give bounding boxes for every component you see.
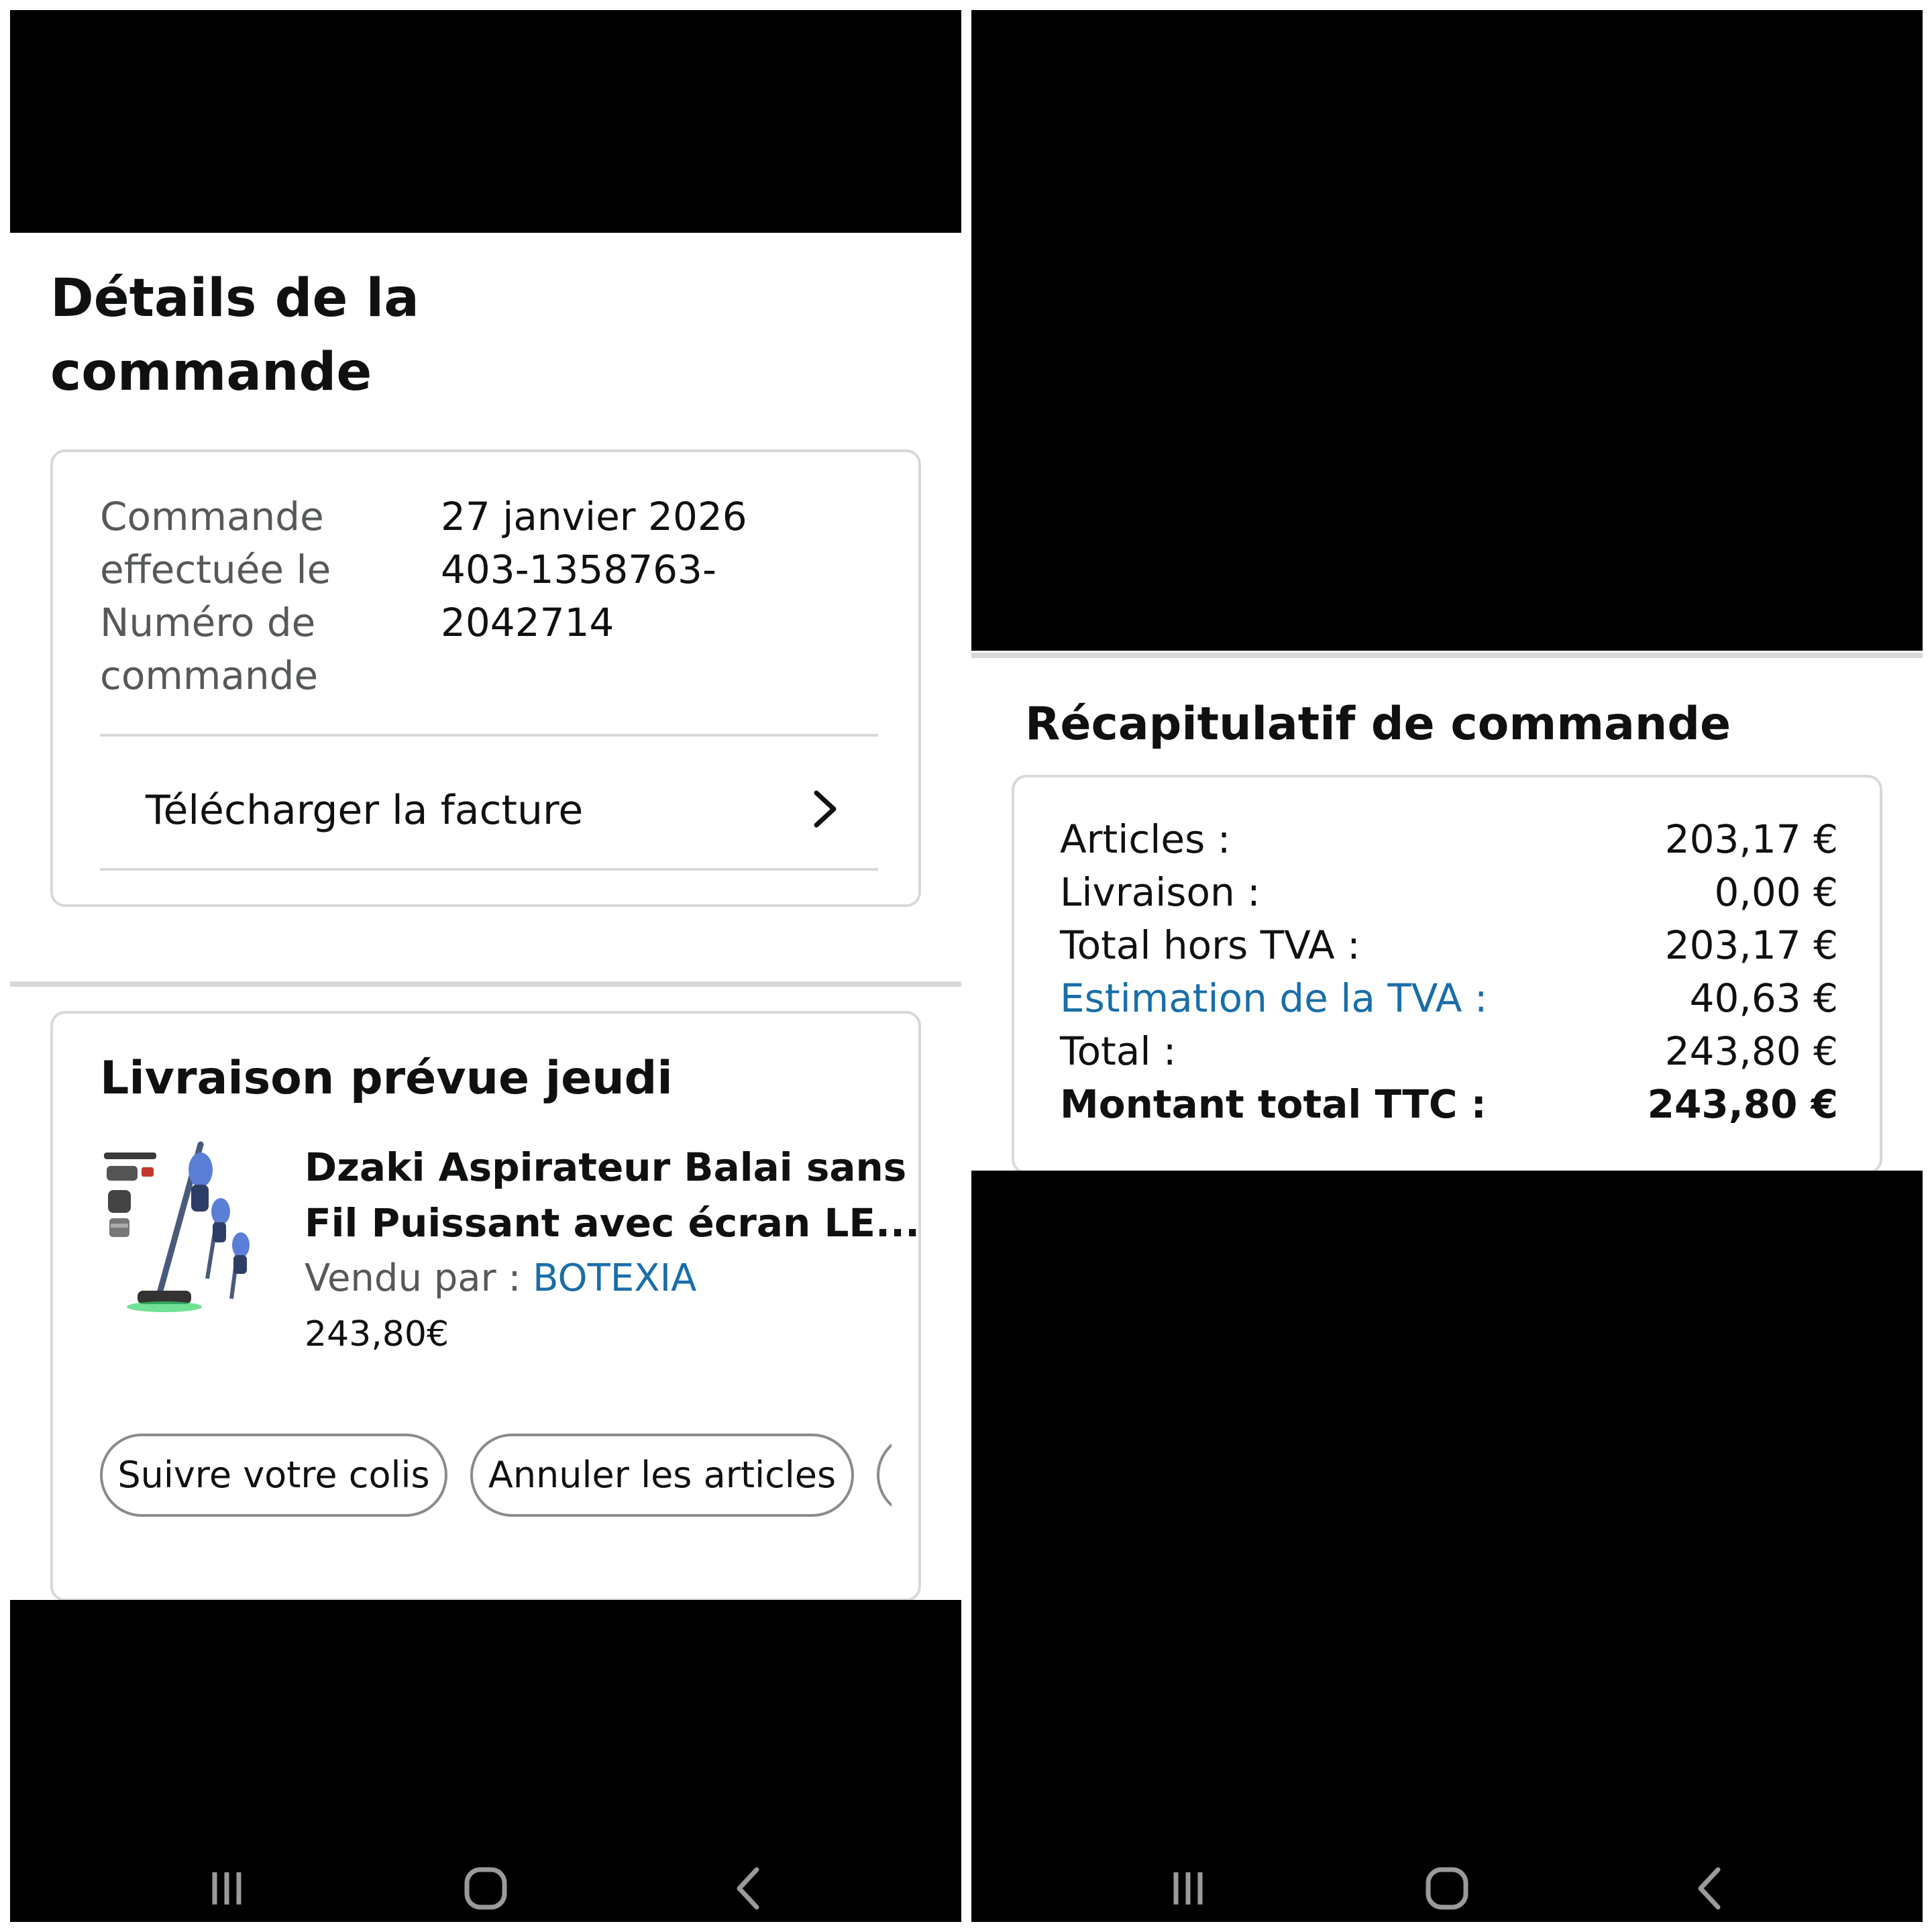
summary-label: Total hors TVA : bbox=[1060, 922, 1360, 968]
order-date-value: 27 janvier 2026 bbox=[441, 494, 747, 539]
summary-label: Articles : bbox=[1060, 816, 1231, 862]
summary-value: 243,80 € bbox=[1647, 1081, 1838, 1127]
order-summary-card: Articles : 203,17 € Livraison : 0,00 € T… bbox=[1012, 775, 1882, 1174]
summary-row-total: Total : 243,80 € bbox=[1060, 1024, 1838, 1078]
action-buttons-row: Suivre votre colis Annuler les articles bbox=[53, 1014, 892, 1599]
summary-value: 203,17 € bbox=[1664, 816, 1838, 862]
home-icon[interactable] bbox=[1420, 1862, 1474, 1915]
order-number-value-2: 2042714 bbox=[441, 600, 614, 645]
home-icon[interactable] bbox=[459, 1862, 513, 1915]
order-date-label-1: Commande bbox=[100, 494, 324, 539]
cancel-items-button[interactable]: Annuler les articles bbox=[470, 1434, 854, 1517]
order-number-value-1: 403-1358763- bbox=[441, 547, 716, 592]
section-separator bbox=[971, 653, 1923, 658]
back-icon[interactable] bbox=[723, 1862, 777, 1915]
order-date-label-2: effectuée le bbox=[100, 547, 331, 592]
recents-icon[interactable] bbox=[200, 1862, 254, 1915]
summary-row-vat-estimate: Estimation de la TVA : 40,63 € bbox=[1060, 971, 1838, 1025]
divider bbox=[100, 734, 878, 737]
back-icon[interactable] bbox=[1684, 1862, 1738, 1915]
download-invoice-button[interactable]: Télécharger la facture bbox=[100, 742, 878, 876]
page-title: Détails de la commande bbox=[50, 268, 419, 402]
summary-row-total-excl-vat: Total hors TVA : 203,17 € bbox=[1060, 918, 1838, 972]
delivery-card: Livraison prévue jeudi Dzaki Aspirateur … bbox=[50, 1011, 921, 1601]
redacted-footer bbox=[10, 1600, 961, 1922]
summary-row-articles: Articles : 203,17 € bbox=[1060, 812, 1838, 866]
chevron-right-icon bbox=[814, 790, 837, 828]
summary-value: 40,63 € bbox=[1689, 975, 1838, 1021]
track-package-button[interactable]: Suivre votre colis bbox=[100, 1434, 447, 1517]
order-info-labels: Commande effectuée le Numéro de commande bbox=[100, 490, 415, 702]
summary-row-grand-total: Montant total TTC : 243,80 € bbox=[1060, 1077, 1838, 1131]
download-invoice-label: Télécharger la facture bbox=[146, 787, 584, 834]
android-nav-bar bbox=[10, 1848, 961, 1922]
summary-label: Total : bbox=[1060, 1028, 1177, 1074]
redacted-header bbox=[971, 10, 1923, 651]
divider bbox=[100, 868, 878, 871]
order-number-label-1: Numéro de bbox=[100, 600, 316, 645]
order-number-label-2: commande bbox=[100, 653, 319, 698]
summary-row-shipping: Livraison : 0,00 € bbox=[1060, 865, 1838, 919]
recents-icon[interactable] bbox=[1161, 1862, 1215, 1915]
summary-title: Récapitulatif de commande bbox=[1025, 698, 1731, 751]
summary-value: 0,00 € bbox=[1714, 869, 1838, 915]
order-details-screen: Détails de la commande Commande effectué… bbox=[10, 10, 961, 1922]
order-info-values: 27 janvier 2026 403-1358763- 2042714 bbox=[441, 490, 816, 649]
summary-value: 203,17 € bbox=[1664, 922, 1838, 968]
summary-value: 243,80 € bbox=[1664, 1028, 1838, 1074]
summary-label: Livraison : bbox=[1060, 869, 1260, 915]
more-action-button[interactable] bbox=[877, 1434, 892, 1517]
summary-label: Montant total TTC : bbox=[1060, 1081, 1487, 1127]
redacted-header bbox=[10, 10, 961, 233]
order-info-card: Commande effectuée le Numéro de commande… bbox=[50, 449, 921, 907]
android-nav-bar bbox=[971, 1848, 1923, 1922]
section-separator bbox=[10, 981, 961, 987]
redacted-footer bbox=[971, 1171, 1923, 1922]
vat-estimate-link[interactable]: Estimation de la TVA : bbox=[1060, 971, 1487, 1025]
order-summary-screen: Récapitulatif de commande Articles : 203… bbox=[971, 10, 1923, 1922]
